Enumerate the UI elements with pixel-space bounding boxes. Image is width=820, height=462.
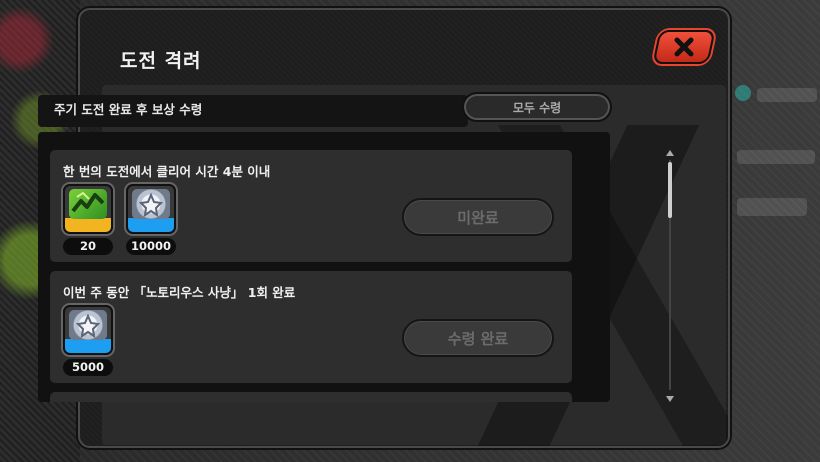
mission-list[interactable]: 한 번의 도전에서 클리어 시간 4분 이내 20 10000 미완료 이번 주… (38, 132, 610, 402)
scroll-thumb[interactable] (668, 162, 672, 218)
mission-card: 한 번의 도전에서 클리어 시간 4분 이내 20 10000 미완료 (50, 150, 572, 262)
scroll-down-icon[interactable] (666, 396, 674, 402)
mission-title: 이번 주 동안 「노토리우스 사냥」 1회 완료 (63, 285, 296, 300)
mission-title: 한 번의 도전에서 클리어 시간 4분 이내 (63, 164, 271, 179)
silver-coin-icon (126, 184, 176, 234)
close-button[interactable] (652, 30, 716, 64)
claim-all-button[interactable]: 모두 수령 (462, 92, 612, 122)
background-right-scene (725, 0, 820, 462)
mission-card: 이번 주 동안 「노토리우스 사냥」 1회 완료 5000 수령 완료 (50, 271, 572, 383)
green-crystal-icon (63, 184, 113, 234)
reward-item[interactable]: 5000 (63, 305, 113, 376)
scrollbar[interactable] (664, 150, 676, 402)
scroll-up-icon[interactable] (666, 150, 674, 156)
reward-count: 20 (63, 238, 113, 255)
status-claimed-button[interactable]: 수령 완료 (402, 319, 554, 357)
popup-title: 도전 격려 (120, 50, 202, 72)
info-text: 주기 도전 완료 후 보상 수령 (54, 102, 203, 117)
reward-item[interactable]: 20 (63, 184, 113, 255)
silver-coin-icon (63, 305, 113, 355)
reward-item[interactable]: 10000 (126, 184, 176, 255)
mission-card (50, 392, 572, 402)
status-incomplete-button[interactable]: 미완료 (402, 198, 554, 236)
reward-count: 5000 (63, 359, 113, 376)
reward-count: 10000 (126, 238, 176, 255)
close-icon (674, 37, 694, 57)
